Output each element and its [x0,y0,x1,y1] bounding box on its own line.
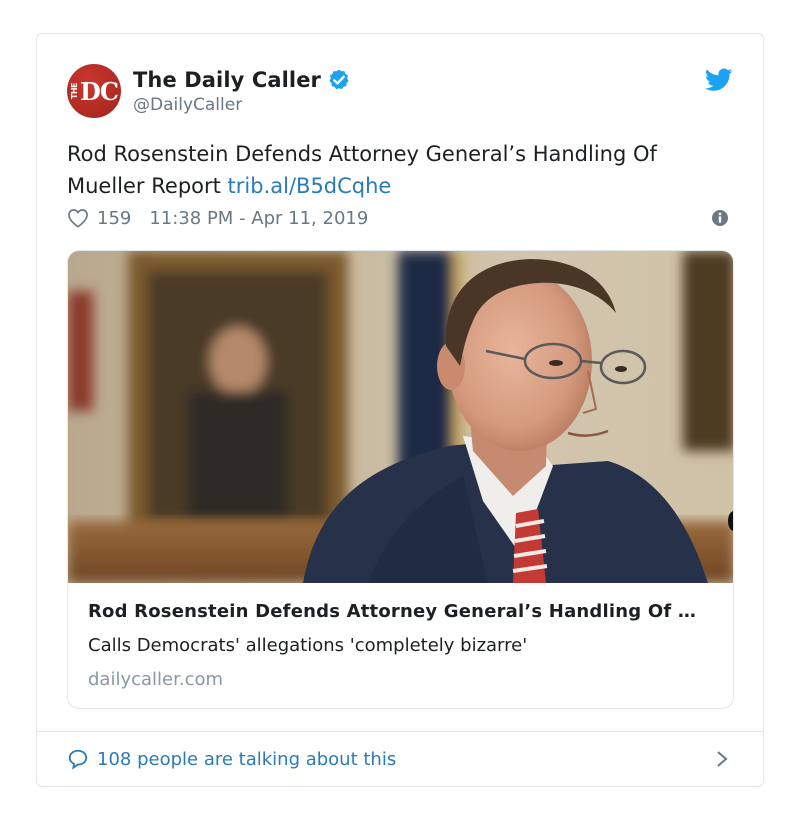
card-domain: dailycaller.com [88,669,224,690]
twitter-bird-icon[interactable] [705,68,733,92]
avatar-text-large: DC [80,76,119,106]
display-name[interactable]: The Daily Caller [133,68,321,92]
footer-divider [37,731,763,732]
speech-bubble-icon [68,749,88,770]
verified-badge-icon [329,69,349,90]
author-names: The Daily Caller @DailyCaller [133,66,351,115]
tweet-header: THE DC The Daily Caller @DailyCaller [67,64,733,120]
tweet-meta: 159 11:38 PM - Apr 11, 2019 [67,206,733,230]
card-title[interactable]: Rod Rosenstein Defends Attorney General’… [88,599,713,625]
card-body: Rod Rosenstein Defends Attorney General’… [88,599,713,693]
tweet-text: Rod Rosenstein Defends Attorney General’… [67,138,737,202]
like-count[interactable]: 159 [97,208,131,229]
tweet-link[interactable]: trib.al/B5dCqhe [228,174,392,198]
talking-about-link[interactable]: 108 people are talking about this [97,749,396,770]
link-card[interactable]: Rod Rosenstein Defends Attorney General’… [67,250,734,709]
embedded-tweet[interactable]: THE DC The Daily Caller @DailyCaller Rod… [36,33,764,787]
chevron-right-icon[interactable] [715,750,729,768]
avatar-text-small: THE [70,82,80,100]
tweet-timestamp[interactable]: 11:38 PM - Apr 11, 2019 [149,208,368,229]
avatar[interactable]: THE DC [67,64,121,118]
card-photo [68,251,733,583]
card-description: Calls Democrats' allegations 'completely… [88,635,528,656]
card-image[interactable] [68,251,733,583]
account-handle[interactable]: @DailyCaller [133,95,351,115]
heart-icon[interactable] [67,208,89,228]
conversation-footer[interactable]: 108 people are talking about this [67,745,733,773]
info-icon[interactable] [711,209,729,227]
